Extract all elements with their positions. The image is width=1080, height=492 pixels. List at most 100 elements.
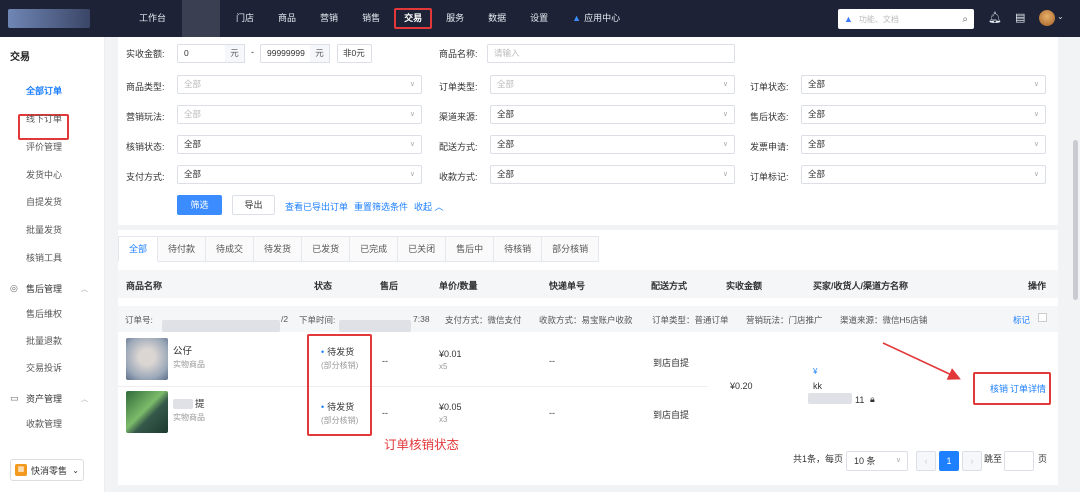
sidebar-item-reviews[interactable]: 评价管理 [26,140,62,153]
nav-data[interactable]: 数据 [476,0,518,37]
mark-link[interactable]: 标记 [1013,314,1030,326]
nav-sales[interactable]: 销售 [350,0,392,37]
product-image[interactable] [126,338,168,380]
nav-marketing[interactable]: 营销 [308,0,350,37]
nav-goods[interactable]: 商品 [266,0,308,37]
nav-trade[interactable]: 交易 [392,0,434,37]
sidebar-item-verify-tool[interactable]: 核销工具 [26,251,62,264]
order-detail-button[interactable]: 订单详情 [1010,382,1046,395]
col-price-qty: 单价/数量 [439,281,478,291]
nav-app-center[interactable]: ▲ 应用中心 [560,0,632,37]
tab-pending-ship[interactable]: 待发货 [254,236,303,262]
export-button[interactable]: 导出 [232,195,275,215]
sidebar-item-complaints[interactable]: 交易投诉 [26,361,62,374]
tab-all[interactable]: 全部 [118,236,159,262]
sidebar-item-bulk-ship[interactable]: 批量发货 [26,223,62,236]
sidebar-item-shipping-center[interactable]: 发货中心 [26,168,62,181]
lock-icon[interactable]: 🔒︎ [870,394,875,405]
brand-logo[interactable] [8,9,90,28]
page-unit-label: 页 [1038,454,1048,464]
chevron-down-icon: ∨ [409,111,415,118]
tab-pending-deal[interactable]: 待成交 [206,236,255,262]
product-name[interactable]: 公仔 [173,343,192,357]
reset-filters-link[interactable]: 重置筛选条件 [354,200,408,213]
product-name-text: 提 [195,399,205,410]
channel-select[interactable]: 全部 ∨ [490,105,735,124]
page-size-select[interactable]: 10 条 ∨ [846,451,908,471]
sidebar-item-pickup-ship[interactable]: 自提发货 [26,195,62,208]
next-page-button[interactable]: › [962,451,982,471]
tab-after-sale[interactable]: 售后中 [446,236,495,262]
nav-redacted[interactable] [182,0,221,37]
chevron-down-icon: ∨ [1033,81,1039,88]
after-sale-cell: -- [382,408,388,418]
tab-shipped[interactable]: 已发货 [302,236,351,262]
nav-service[interactable]: 服务 [434,0,476,37]
select-value: 全部 [184,79,202,89]
tab-pending-payment[interactable]: 待付款 [158,236,207,262]
product-image[interactable] [126,391,168,433]
col-buyer: 买家/收货人/渠道方名称 [813,281,909,291]
sidebar-item-bulk-refund[interactable]: 批量退款 [26,334,62,347]
chevron-down-icon: ∨ [1033,171,1039,178]
tab-partial-verify[interactable]: 部分核销 [542,236,600,262]
order-type-select[interactable]: 全部 ∨ [490,75,735,94]
page-1-button[interactable]: 1 [939,451,959,471]
mark-label: 订单标记: [750,172,789,182]
pay-method-select[interactable]: 全部 ∨ [177,165,422,184]
view-exported-link[interactable]: 查看已导出订单 [285,200,348,213]
amount-max-input[interactable]: 99999999 [260,44,311,63]
collect-select[interactable]: 全部 ∨ [490,165,735,184]
verify-button[interactable]: 核销 [990,382,1008,395]
scrollbar-thumb[interactable] [1073,140,1078,300]
mark-select[interactable]: 全部 ∨ [801,165,1046,184]
search-icon[interactable]: ⌕ [962,14,968,25]
tab-closed[interactable]: 已关闭 [398,236,447,262]
col-amount: 实收金额 [726,281,763,291]
verify-status-select[interactable]: 全部 ∨ [177,135,422,154]
avatar[interactable] [1039,10,1055,26]
app-center-label: 应用中心 [584,13,621,23]
buyer-icon: ¥ [813,367,818,376]
order-type-label: 订单类型: [439,82,478,92]
table-row: 提 实物商品 • 待发货 (部分核销) -- ¥0.05 x3 -- 到店自提 [118,388,1058,438]
select-value: 全部 [808,169,826,179]
filter-button[interactable]: 筛选 [177,195,222,215]
collapse-link[interactable]: 收起 ︿ [414,200,444,213]
sidebar-item-after-sale-rights[interactable]: 售后维权 [26,307,62,320]
nav-settings[interactable]: 设置 [518,0,560,37]
order-status-select[interactable]: 全部 ∨ [801,75,1046,94]
sidebar-item-all-orders[interactable]: 全部订单 [26,84,62,97]
nav-workbench[interactable]: 工作台 [127,0,178,37]
bell-icon[interactable]: 🔔︎ [988,11,1002,24]
aftersale-status-select[interactable]: 全部 ∨ [801,105,1046,124]
prev-page-button[interactable]: ‹ [916,451,936,471]
nav-store[interactable]: 门店 [224,0,266,37]
invoice-select[interactable]: 全部 ∨ [801,135,1046,154]
store-switcher[interactable]: ▦ 快消零售 ⌄ [10,459,84,481]
product-name[interactable]: 提 [173,396,205,410]
amount-min-input[interactable]: 0 [177,44,226,63]
product-type-select[interactable]: 全部 ∨ [177,75,422,94]
calendar-icon[interactable]: ▤ [1015,11,1025,24]
tab-completed[interactable]: 已完成 [350,236,399,262]
buyer-name[interactable]: kk [813,381,822,391]
sidebar-item-collection[interactable]: 收款管理 [26,417,62,430]
chevron-down-icon: ∨ [722,111,728,118]
non-zero-toggle[interactable]: 非0元 [337,44,372,63]
sidebar-group-after-sale[interactable]: ◎ 售后管理 ︿ [10,282,88,295]
global-search[interactable]: ▲ 功能、文档 ⌕ [838,9,974,29]
tab-pending-verify[interactable]: 待核销 [494,236,543,262]
invoice-label: 发票申请: [750,142,789,152]
delivery-select[interactable]: 全部 ∨ [490,135,735,154]
sidebar-item-offline-orders[interactable]: 线下订单 [26,112,62,125]
marketing-label: 营销玩法: [126,112,165,122]
goto-page-input[interactable] [1004,451,1034,471]
marketing-select[interactable]: 全部 ∨ [177,105,422,124]
product-name-input[interactable]: 请输入 [487,44,735,63]
sidebar-group-assets[interactable]: ▭ 资产管理 ︿ [10,392,88,405]
chevron-down-icon: ∨ [895,457,901,464]
mark-checkbox[interactable] [1038,313,1047,322]
chevron-down-icon[interactable]: ⌄ [1057,12,1064,21]
search-input[interactable]: 功能、文档 [859,14,962,25]
